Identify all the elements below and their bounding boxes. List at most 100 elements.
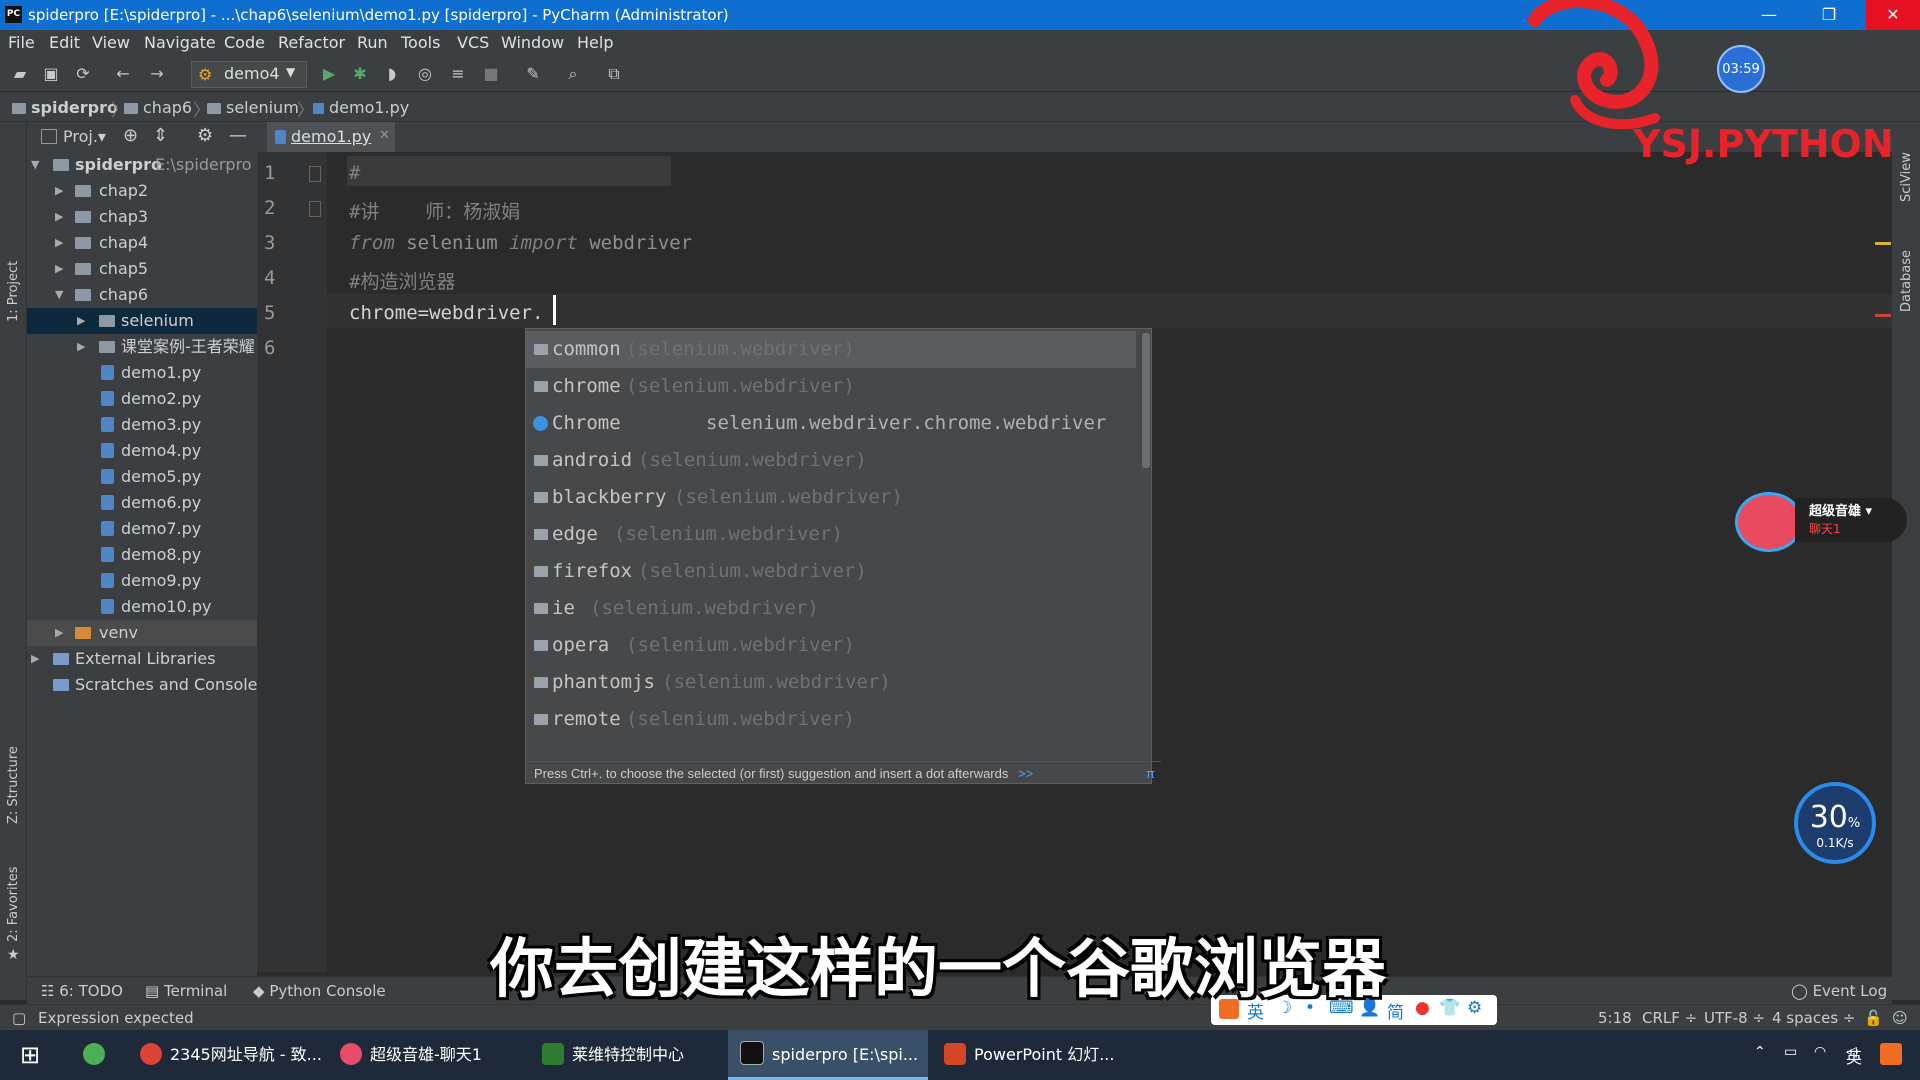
menu-navigate[interactable]: Navigate — [144, 33, 216, 52]
tree-external-libraries[interactable]: ▶ External Libraries — [27, 646, 257, 672]
sogou-tray-icon[interactable] — [1880, 1043, 1902, 1065]
tree-file[interactable]: demo7.py — [27, 516, 257, 542]
locate-icon[interactable]: ⊕ — [123, 125, 138, 146]
menu-vcs[interactable]: VCS — [457, 33, 489, 52]
run-configuration-select[interactable]: ⚙ demo4 ▼ — [191, 61, 307, 88]
completion-item[interactable]: firefox (selenium.webdriver) — [526, 553, 1136, 590]
tree-folder[interactable]: ▶ chap4 — [27, 230, 257, 256]
battery-icon[interactable]: ▭ — [1784, 1044, 1797, 1060]
taskbar-pinned-app[interactable] — [70, 1030, 118, 1080]
tree-root[interactable]: ▼ spiderpro E:\spiderpro — [27, 152, 257, 178]
project-tool-button[interactable]: 1: Project — [6, 261, 21, 322]
tree-file[interactable]: demo4.py — [27, 438, 257, 464]
completion-item[interactable]: Chrome selenium.webdriver.chrome.webdrive… — [526, 405, 1136, 442]
open-folder-icon[interactable]: ▰ — [9, 63, 31, 85]
menu-edit[interactable]: Edit — [49, 33, 80, 52]
tree-file[interactable]: demo10.py — [27, 594, 257, 620]
stop-icon[interactable]: ■ — [480, 63, 502, 85]
collapse-all-icon[interactable]: ⇕ — [153, 125, 168, 146]
indent-setting[interactable]: 4 spaces ÷ — [1772, 1009, 1855, 1027]
tree-folder[interactable]: ▶ chap3 — [27, 204, 257, 230]
hide-icon[interactable]: — — [229, 125, 247, 146]
tree-folder[interactable]: ▶ 课堂案例-王者荣耀 — [27, 334, 257, 360]
ime-simplified[interactable]: 简 — [1387, 998, 1404, 1023]
menu-code[interactable]: Code — [224, 33, 265, 52]
completion-item[interactable]: edge (selenium.webdriver) — [526, 516, 1136, 553]
search-icon[interactable]: ⌕ — [562, 63, 584, 85]
breadcrumb-item[interactable]: selenium — [207, 98, 299, 117]
completion-item[interactable]: blackberry (selenium.webdriver) — [526, 479, 1136, 516]
tree-file[interactable]: demo9.py — [27, 568, 257, 594]
forward-arrow-icon[interactable]: → — [146, 63, 168, 85]
wifi-icon[interactable]: ◠ — [1814, 1044, 1826, 1060]
gear-icon[interactable]: ⚙ — [197, 125, 213, 146]
taskbar-item-powerpoint[interactable]: PowerPoint 幻灯... — [934, 1030, 1124, 1080]
close-icon[interactable]: ✕ — [379, 128, 390, 143]
tree-file[interactable]: demo5.py — [27, 464, 257, 490]
breadcrumb-item[interactable]: demo1.py — [313, 98, 409, 117]
tree-file[interactable]: demo3.py — [27, 412, 257, 438]
start-button[interactable]: ⊞ — [0, 1030, 60, 1080]
run-icon[interactable]: ▶ — [318, 63, 340, 85]
tree-folder[interactable]: ▶ chap5 — [27, 256, 257, 282]
line-separator[interactable]: CRLF ÷ — [1642, 1009, 1697, 1027]
vcs-icon[interactable]: ⧉ — [603, 63, 625, 85]
completion-item[interactable]: opera (selenium.webdriver) — [526, 627, 1136, 664]
terminal-tool-button[interactable]: ▤ Terminal — [145, 982, 227, 1000]
save-icon[interactable]: ▣ — [40, 63, 62, 85]
debug-icon[interactable]: ✱ — [349, 63, 371, 85]
network-speed-widget[interactable]: 30% 0.1K/s — [1794, 782, 1876, 864]
database-tool-button[interactable]: Database — [1899, 250, 1914, 312]
menu-view[interactable]: View — [92, 33, 130, 52]
layout-icon[interactable]: ▢ — [12, 1009, 26, 1027]
tree-folder[interactable]: ▼ chap6 — [27, 282, 257, 308]
menu-window[interactable]: Window — [501, 33, 564, 52]
cursor-position[interactable]: 5:18 — [1598, 1009, 1632, 1027]
completion-item[interactable]: common (selenium.webdriver) — [526, 331, 1136, 368]
event-log-button[interactable]: ◯ Event Log — [1791, 982, 1887, 1000]
tray-expand-icon[interactable]: ⌃ — [1754, 1044, 1766, 1060]
sciview-tool-button[interactable]: SciView — [1899, 152, 1914, 202]
tab-demo1[interactable]: demo1.py ✕ — [267, 122, 395, 155]
completion-item[interactable]: chrome (selenium.webdriver) — [526, 368, 1136, 405]
profile-icon[interactable]: ◎ — [414, 63, 436, 85]
lock-icon[interactable]: 🔓 — [1864, 1009, 1883, 1027]
hint-more-link[interactable]: >> — [1018, 766, 1033, 781]
record-icon[interactable]: ● — [1415, 998, 1430, 1018]
menu-tools[interactable]: Tools — [401, 33, 440, 52]
taskbar-item-chat[interactable]: 超级音雄-聊天1 — [330, 1030, 530, 1080]
sync-icon[interactable]: ⟳ — [72, 63, 94, 85]
completion-item[interactable]: android (selenium.webdriver) — [526, 442, 1136, 479]
tree-folder[interactable]: ▶ venv — [27, 620, 257, 646]
fold-marker-icon[interactable] — [309, 201, 321, 217]
back-arrow-icon[interactable]: ← — [112, 63, 134, 85]
taskbar-item-pycharm[interactable]: spiderpro [E:\spi... — [728, 1030, 928, 1080]
tree-scratches[interactable]: Scratches and Consoles — [27, 672, 266, 698]
menu-help[interactable]: Help — [577, 33, 613, 52]
menu-refactor[interactable]: Refactor — [278, 33, 345, 52]
popup-scrollbar[interactable] — [1142, 333, 1150, 468]
skin-icon[interactable]: 👕 — [1439, 998, 1460, 1018]
music-floating-widget[interactable]: 超级音雄 ▾ 聊天1 — [1735, 490, 1907, 552]
pi-icon[interactable]: π — [1146, 762, 1155, 786]
completion-item[interactable]: remote (selenium.webdriver) — [526, 701, 1136, 738]
file-encoding[interactable]: UTF-8 ÷ — [1704, 1009, 1765, 1027]
completion-item[interactable]: ie (selenium.webdriver) — [526, 590, 1136, 627]
tree-file[interactable]: demo1.py — [27, 360, 257, 386]
wrench-icon[interactable]: ✎ — [522, 63, 544, 85]
inspection-icon[interactable]: ☺ — [1892, 1009, 1908, 1027]
tree-file[interactable]: demo8.py — [27, 542, 257, 568]
python-console-tool-button[interactable]: ◆ Python Console — [253, 982, 386, 1000]
tree-file[interactable]: demo2.py — [27, 386, 257, 412]
breadcrumb-item[interactable]: spiderpro — [12, 98, 118, 117]
tree-file[interactable]: demo6.py — [27, 490, 257, 516]
breadcrumb-item[interactable]: chap6 — [124, 98, 192, 117]
todo-tool-button[interactable]: ☷ 6: TODO — [41, 982, 123, 1000]
menu-file[interactable]: File — [8, 33, 35, 52]
tray-language[interactable]: 英 — [1846, 1044, 1862, 1068]
completion-item[interactable]: phantomjs (selenium.webdriver) — [526, 664, 1136, 701]
favorites-tool-button[interactable]: 2: Favorites — [6, 866, 21, 942]
menu-run[interactable]: Run — [357, 33, 388, 52]
project-view-select[interactable]: Proj.▾ — [63, 127, 106, 146]
taskbar-item-2345[interactable]: 2345网址导航 - 致... — [130, 1030, 322, 1080]
